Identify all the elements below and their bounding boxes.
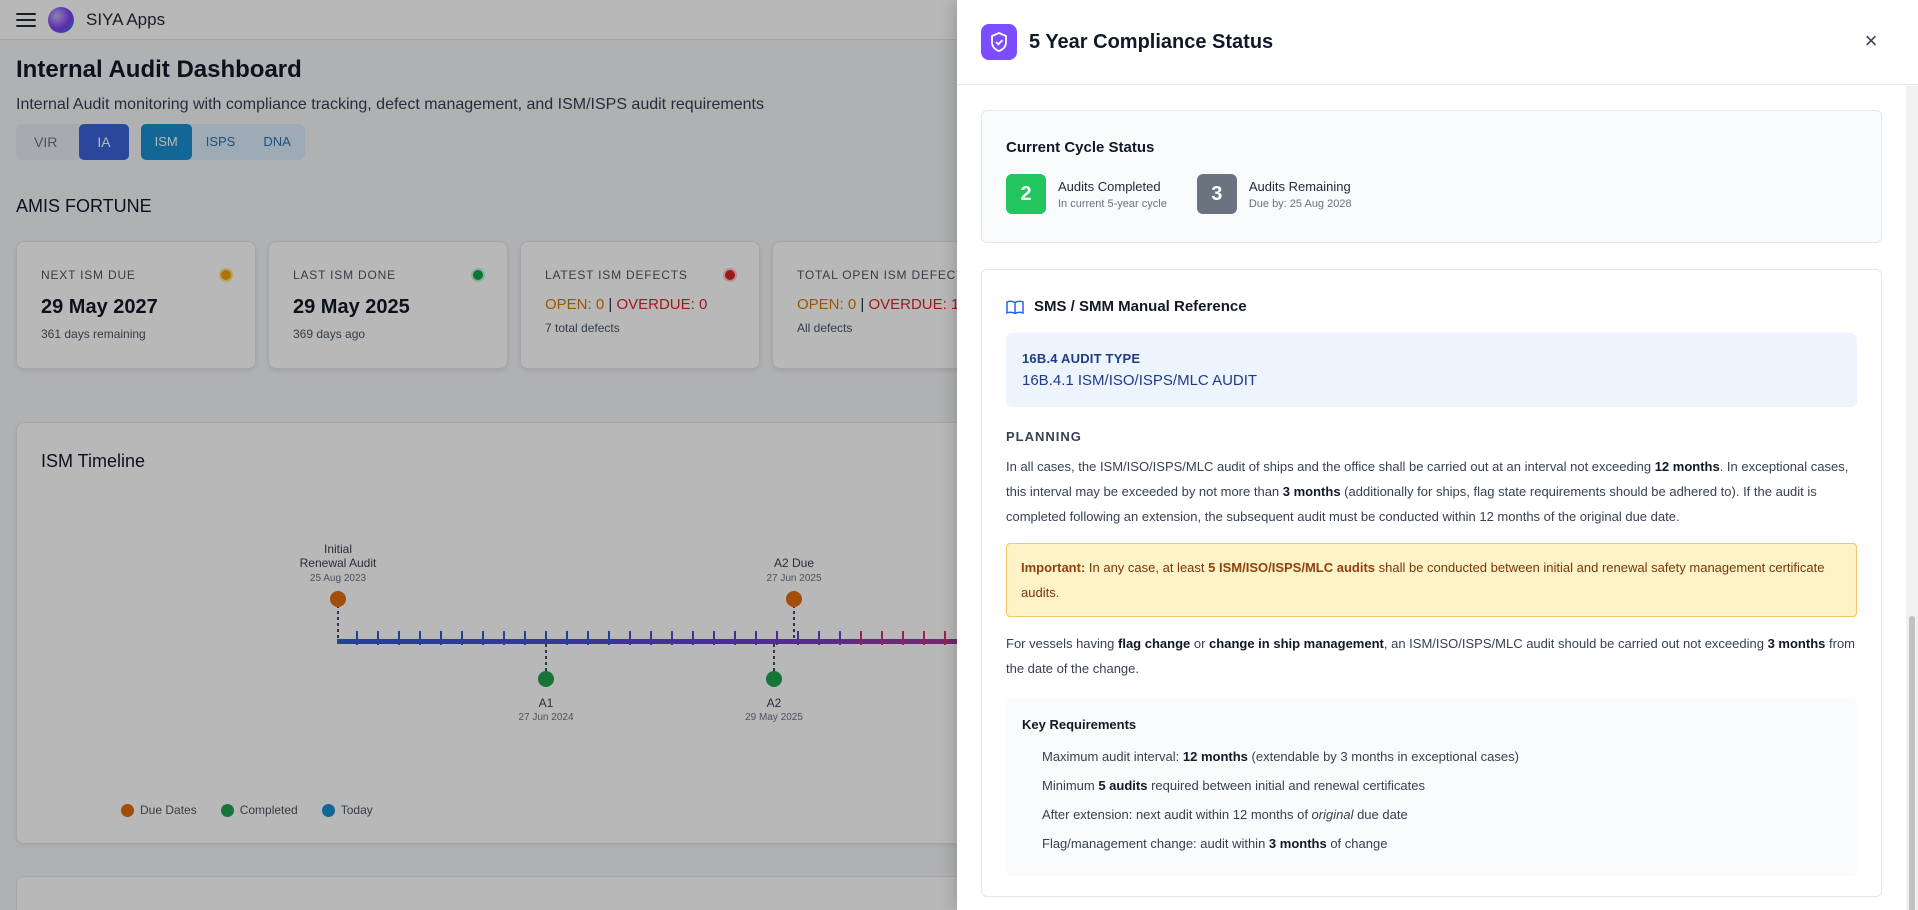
cycle-stats: 2 Audits Completed In current 5-year cycl… [1006, 174, 1857, 214]
key-requirements-title: Key Requirements [1022, 717, 1137, 732]
remaining-count: 3 [1196, 174, 1237, 214]
app-root: SIYA Apps Internal Audit Dashboard Inter… [0, 0, 1918, 910]
list-item: After extension: next audit within 12 mo… [1042, 807, 1408, 822]
stat-label: Audits Completed [1058, 178, 1161, 194]
scrollbar-thumb[interactable] [1909, 616, 1915, 910]
completed-count: 2 [1006, 174, 1046, 214]
stat-remaining: 3 Audits Remaining Due by: 25 Aug 2028 [1196, 174, 1352, 214]
compliance-drawer: 5 Year Compliance Status × Current Cycle… [957, 0, 1918, 910]
stat-completed: 2 Audits Completed In current 5-year cycl… [1006, 174, 1167, 214]
audit-type-value: 16B.4.1 ISM/ISO/ISPS/MLC AUDIT [1022, 372, 1258, 389]
list-item: Minimum 5 audits required between initia… [1042, 778, 1425, 793]
list-item: Flag/management change: audit within 3 m… [1042, 836, 1388, 851]
reference-title: SMS / SMM Manual Reference [1034, 298, 1247, 315]
stat-sub: Due by: 25 Aug 2028 [1248, 197, 1352, 210]
key-requirements: Key Requirements Maximum audit interval:… [1006, 699, 1857, 876]
list-item: Maximum audit interval: 12 months (exten… [1042, 749, 1519, 764]
close-icon[interactable]: × [1862, 30, 1880, 52]
audit-type-key: 16B.4 AUDIT TYPE [1022, 351, 1141, 366]
section-title: Current Cycle Status [1006, 139, 1155, 156]
shield-icon [981, 24, 1017, 60]
requirements-list: Maximum audit interval: 12 months (exten… [1022, 742, 1841, 858]
stat-label: Audits Remaining [1248, 178, 1351, 194]
drawer-scrollbar[interactable] [1906, 86, 1918, 910]
manual-reference: SMS / SMM Manual Reference 16B.4 AUDIT T… [981, 269, 1882, 897]
flag-change-paragraph: For vessels having flag change or change… [1006, 636, 1856, 676]
book-icon [1006, 300, 1024, 314]
current-cycle-status: Current Cycle Status 2 Audits Completed I… [981, 110, 1882, 243]
drawer-content[interactable]: Current Cycle Status 2 Audits Completed I… [957, 86, 1906, 910]
planning-heading: PLANNING [1006, 429, 1082, 444]
audit-type-box: 16B.4 AUDIT TYPE 16B.4.1 ISM/ISO/ISPS/ML… [1006, 333, 1857, 407]
drawer-header: 5 Year Compliance Status [957, 0, 1918, 85]
reference-header: SMS / SMM Manual Reference [1006, 298, 1857, 315]
drawer-title: 5 Year Compliance Status [1029, 30, 1274, 53]
planning-paragraph: In all cases, the ISM/ISO/ISPS/MLC audit… [1006, 459, 1849, 524]
important-notice: Important: In any case, at least 5 ISM/I… [1006, 543, 1857, 617]
stat-sub: In current 5-year cycle [1058, 197, 1167, 210]
